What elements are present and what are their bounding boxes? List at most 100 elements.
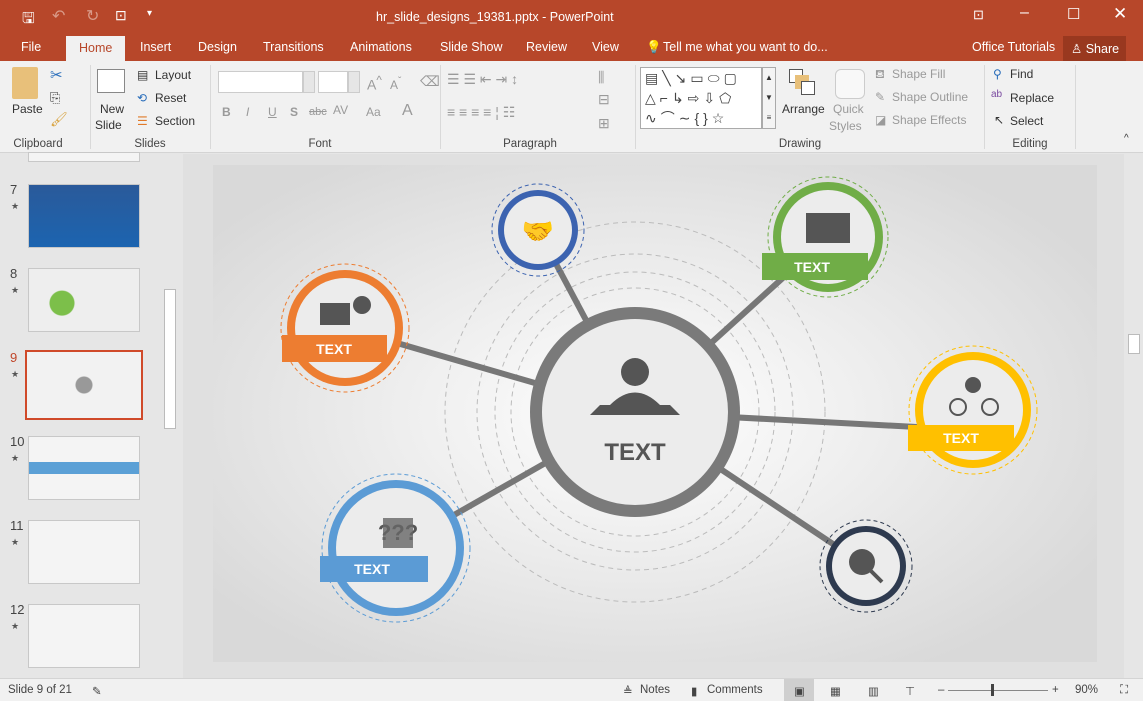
align-icons[interactable]: ≡ ≡ ≡ ≡ ¦ ☷ — [447, 104, 515, 121]
comments-button[interactable]: Comments — [707, 684, 763, 696]
new-slide-icon[interactable] — [97, 69, 125, 93]
quick-styles-button-2[interactable]: Styles — [829, 119, 862, 133]
undo-icon[interactable]: ↶ — [52, 6, 65, 26]
tab-home[interactable]: Home — [66, 36, 126, 61]
smartart-icon[interactable]: ⊞ — [598, 115, 610, 132]
manager-icon — [621, 358, 649, 386]
person-add-icon: ♙ — [1071, 42, 1083, 56]
shapes-gallery[interactable]: ▤╲↘▭⬭▢ △⌐↳⇨⇩⬠ ∿⌒∼{}☆ — [640, 67, 762, 129]
layout-button[interactable]: Layout — [155, 68, 191, 82]
slide-thumbnail-partial[interactable] — [28, 152, 140, 162]
tab-insert[interactable]: Insert — [140, 40, 171, 54]
paragraph-group-label: Paragraph — [503, 138, 557, 150]
strikethrough-button[interactable]: abc — [309, 106, 327, 118]
shapes-gallery-scroll[interactable]: ▲ ▼ ≡ — [762, 67, 776, 129]
slide-number: 7 — [10, 182, 18, 197]
italic-button[interactable]: I — [246, 105, 249, 119]
reading-view-icon[interactable]: ▥ — [868, 684, 879, 698]
new-slide-button[interactable]: New — [100, 102, 124, 116]
font-family-dropdown[interactable] — [218, 71, 303, 93]
grow-font-icon[interactable]: A^ — [367, 74, 382, 93]
collapse-ribbon-icon[interactable]: ^ — [1124, 133, 1129, 144]
slide-thumbnail-9-selected[interactable] — [25, 350, 143, 420]
tab-animations[interactable]: Animations — [350, 40, 412, 54]
customize-qat-icon[interactable]: ▾ — [147, 8, 152, 19]
tab-transitions[interactable]: Transitions — [263, 40, 324, 54]
slide-thumbnail-12[interactable] — [28, 604, 140, 668]
slide-canvas[interactable]: TEXT 🤝 TEXT TEXT TEXT ??? TEXT — [213, 165, 1097, 662]
tab-review[interactable]: Review — [526, 40, 567, 54]
slide-editor: TEXT 🤝 TEXT TEXT TEXT ??? TEXT — [183, 154, 1124, 678]
share-button[interactable]: ♙ Share — [1063, 36, 1126, 61]
zoom-in-button[interactable]: + — [1052, 684, 1059, 696]
tab-design[interactable]: Design — [198, 40, 237, 54]
close-button[interactable]: ✕ — [1113, 4, 1127, 24]
section-button[interactable]: Section — [155, 114, 195, 128]
slide-number: 8 — [10, 266, 18, 281]
align-text-icon[interactable]: ⊟ — [598, 91, 610, 108]
slide-thumbnail-10[interactable] — [28, 436, 140, 500]
zoom-level[interactable]: 90% — [1075, 684, 1098, 696]
notes-button[interactable]: Notes — [640, 684, 670, 696]
meeting-icon — [806, 213, 850, 243]
slide-thumbnail-8[interactable] — [28, 268, 140, 332]
scroll-thumb[interactable] — [1128, 334, 1140, 354]
new-slide-button-2[interactable]: Slide — [95, 118, 122, 132]
font-size-dropdown[interactable] — [318, 71, 348, 93]
char-spacing-button[interactable]: AV — [333, 103, 348, 117]
bullets-icon[interactable]: ☰ ☰ ⇤ ⇥ ↕ — [447, 71, 518, 88]
account-name[interactable]: Office Tutorials — [972, 40, 1055, 54]
maximize-button[interactable]: ☐ — [1067, 5, 1080, 23]
paste-button[interactable]: Paste — [12, 102, 43, 116]
shape-fill-button[interactable]: Shape Fill — [892, 67, 945, 81]
editor-scrollbar[interactable] — [1126, 154, 1143, 678]
present-icon[interactable]: ⊡ — [115, 7, 127, 24]
copy-icon[interactable]: ⎘ — [50, 90, 60, 106]
format-painter-icon[interactable]: 🖌 — [50, 111, 68, 128]
bold-button[interactable]: B — [222, 105, 231, 119]
select-button[interactable]: Select — [1010, 114, 1043, 128]
underline-button[interactable]: U — [268, 105, 277, 119]
tab-view[interactable]: View — [592, 40, 619, 54]
slide-thumbnail-11[interactable] — [28, 520, 140, 584]
zoom-slider-thumb[interactable] — [991, 684, 994, 696]
change-case-button[interactable]: Aa — [366, 105, 381, 119]
redo-icon[interactable]: ↻ — [86, 6, 99, 26]
slide-sorter-icon[interactable]: ▦ — [830, 684, 841, 698]
tab-slide-show[interactable]: Slide Show — [440, 40, 503, 54]
scroll-thumb[interactable] — [164, 289, 176, 429]
slide-thumbnail-7[interactable] — [28, 184, 140, 248]
slide-number: 9 — [10, 350, 18, 365]
paste-icon[interactable] — [12, 67, 38, 99]
zoom-slider[interactable] — [948, 690, 1048, 691]
shadow-button[interactable]: S — [290, 105, 298, 119]
font-color-button[interactable]: A — [402, 102, 413, 120]
minimize-button[interactable]: – — [1020, 4, 1029, 22]
handshake-icon: 🤝 — [522, 216, 554, 246]
tab-file[interactable]: File — [21, 40, 41, 54]
zoom-out-button[interactable]: – — [938, 684, 944, 696]
arrange-button[interactable]: Arrange — [782, 102, 825, 116]
clear-format-icon[interactable]: ⌫ — [420, 73, 440, 90]
text-direction-icon[interactable]: ⫼ — [598, 69, 604, 86]
quick-styles-button[interactable]: Quick — [833, 102, 864, 116]
shrink-font-icon[interactable]: Aˇ — [390, 76, 401, 92]
slide-number: 10 — [10, 434, 25, 449]
reset-icon: ⟲ — [137, 91, 148, 105]
replace-button[interactable]: Replace — [1010, 91, 1054, 105]
tell-me-search[interactable]: Tell me what you want to do... — [663, 40, 828, 54]
shape-outline-button[interactable]: Shape Outline — [892, 90, 968, 104]
save-icon[interactable]: 🖫 — [22, 8, 35, 33]
reset-button[interactable]: Reset — [155, 91, 186, 105]
quick-styles-icon[interactable] — [835, 69, 865, 99]
layout-icon: ▤ — [137, 68, 149, 82]
find-button[interactable]: Find — [1010, 67, 1033, 81]
ribbon-display-icon[interactable]: ⊡ — [973, 7, 984, 23]
shape-effects-button[interactable]: Shape Effects — [892, 113, 967, 127]
fit-to-window-icon[interactable]: ⛶ — [1120, 684, 1128, 697]
slideshow-icon[interactable]: ⊤ — [905, 684, 915, 698]
thumbnail-scrollbar[interactable] — [162, 154, 178, 678]
spell-check-icon[interactable]: ✎ — [92, 684, 102, 698]
normal-view-icon: ▣ — [794, 686, 805, 698]
cut-icon[interactable]: ✂ — [50, 66, 63, 84]
